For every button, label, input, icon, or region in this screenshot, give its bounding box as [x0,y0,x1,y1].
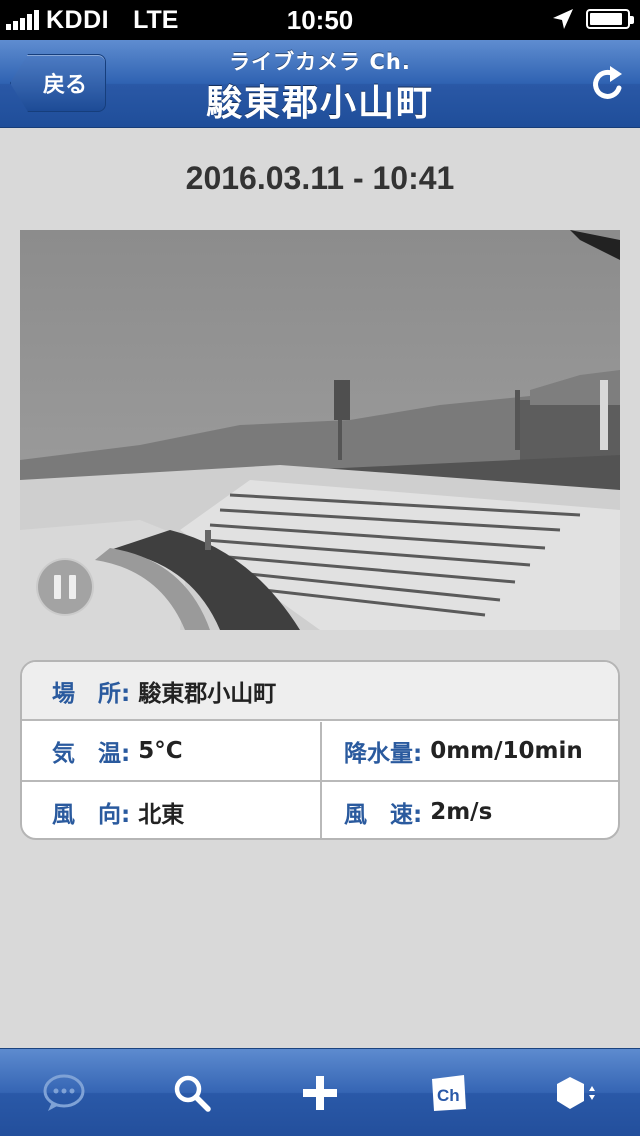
page-title: 駿東郡小山町 [205,83,434,124]
temperature-value: 5°C [138,738,183,764]
precipitation-label: 降水量: [344,741,423,767]
tab-add[interactable] [285,1058,355,1128]
wind-direction-value: 北東 [138,801,185,828]
tab-chat[interactable] [29,1058,99,1128]
tab-search[interactable] [157,1058,227,1128]
battery-icon [586,9,634,29]
location-arrow-icon [553,9,573,29]
location-label: 場 所: [52,680,131,707]
channel-icon: Ch [432,1074,466,1111]
precipitation-value: 0mm/10min [430,738,583,764]
refresh-icon[interactable] [588,62,628,106]
search-icon [174,1075,211,1112]
pause-button[interactable] [36,558,94,616]
settings-hexagon-icon [557,1076,595,1109]
tab-settings[interactable] [541,1058,611,1128]
chat-icon [43,1074,85,1111]
tab-bar: Ch [0,1048,640,1136]
weather-info-table: 場 所: 駿東郡小山町 気 温: 5°C 降水量: 0mm/10min 風 向:… [20,660,620,840]
signal-icon [6,10,39,30]
carrier-name: KDDI [46,5,110,34]
network-type: LTE [133,5,179,34]
temperature-precip-row: 気 温: 5°C 降水量: 0mm/10min [22,722,618,782]
wind-row: 風 向: 北東 風 速: 2m/s [22,782,618,838]
wind-direction-label: 風 向: [52,801,131,828]
tab-channel[interactable]: Ch [413,1058,483,1128]
nav-subtitle: ライブカメラ Ch. [229,50,411,74]
location-value: 駿東郡小山町 [138,680,277,707]
wind-speed-value: 2m/s [430,798,493,825]
snowy-landscape-image [20,230,620,630]
add-icon [303,1075,337,1110]
location-row: 場 所: 駿東郡小山町 [22,662,618,721]
navigation-bar: 戻る ライブカメラ Ch. 駿東郡小山町 [0,40,640,128]
capture-timestamp: 2016.03.11 - 10:41 [185,160,455,196]
status-bar: KDDI LTE 10:50 [0,0,640,40]
live-camera-image [20,230,620,630]
temperature-label: 気 温: [52,741,131,767]
svg-text:Ch: Ch [437,1086,460,1105]
wind-speed-label: 風 速: [344,801,423,828]
